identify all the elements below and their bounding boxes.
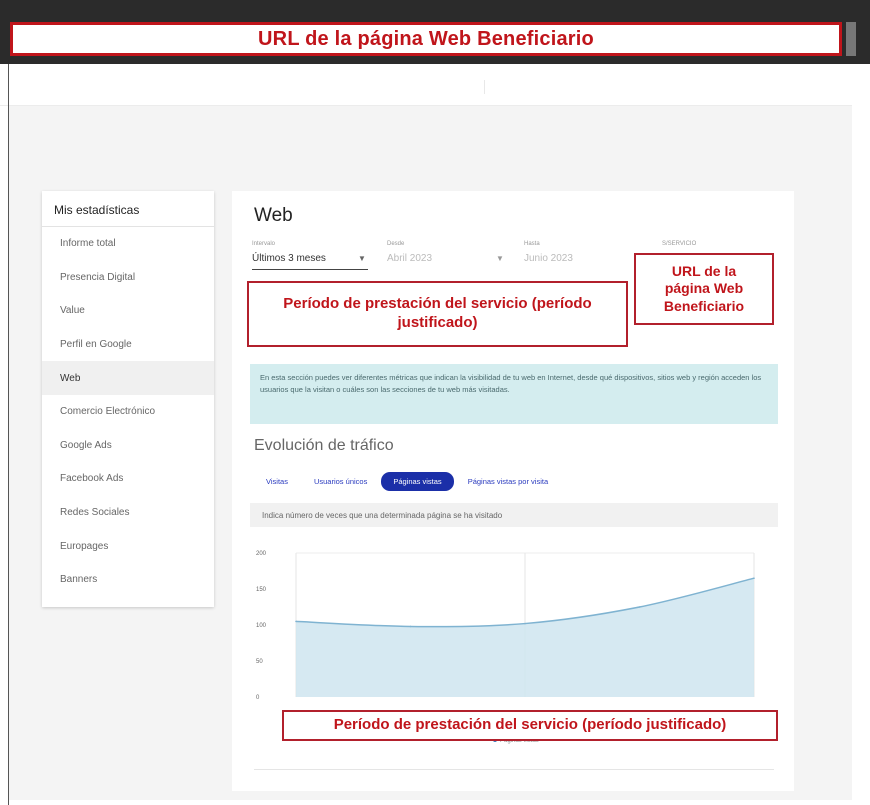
chevron-down-icon[interactable]: ▼ <box>358 254 366 263</box>
header-divider <box>484 80 485 94</box>
sidebar-list: Informe total Presencia Digital Value Perfi… <box>42 227 214 597</box>
data-point <box>638 606 641 608</box>
sidebar-item[interactable]: Google Ads <box>42 429 214 463</box>
data-point <box>524 622 526 625</box>
metric-tabs: Visitas Usuarios únicos Páginas vistas Pági… <box>254 472 562 491</box>
sidebar-item[interactable]: Banners <box>42 563 214 597</box>
service-label: S/SERVICIO <box>662 241 697 247</box>
main-panel: Web Intervalo Últimos 3 meses ▼ Desde Ab… <box>232 191 794 791</box>
to-select[interactable]: Junio 2023 <box>524 253 573 264</box>
sidebar-item[interactable]: Informe total <box>42 227 214 261</box>
sidebar-item[interactable]: Value <box>42 294 214 328</box>
metric-hint: Indica número de veces que una determina… <box>250 503 778 527</box>
y-tick-label: 200 <box>256 551 267 557</box>
info-banner: En esta sección puedes ver diferentes mé… <box>250 364 778 424</box>
browser-control <box>846 22 856 56</box>
data-point <box>753 577 755 579</box>
y-tick-label: 50 <box>256 659 263 665</box>
sidebar-item[interactable]: Europages <box>42 529 214 563</box>
interval-select[interactable]: Últimos 3 meses <box>252 253 326 264</box>
period-annotation-bottom: Período de prestación del servicio (perí… <box>282 710 778 741</box>
from-select[interactable]: Abril 2023 <box>387 253 432 264</box>
interval-label: Intervalo <box>252 241 276 247</box>
stats-sidebar: Mis estadísticas Informe total Presencia … <box>42 191 214 607</box>
sidebar-item[interactable]: Comercio Electrónico <box>42 395 214 429</box>
sidebar-title: Mis estadísticas <box>42 191 214 227</box>
page-title: Web <box>254 205 293 226</box>
to-label: Hasta <box>524 241 540 247</box>
sidebar-item[interactable]: Facebook Ads <box>42 462 214 496</box>
chevron-down-icon[interactable]: ▼ <box>496 254 504 263</box>
from-label: Desde <box>387 241 405 247</box>
y-tick-label: 0 <box>256 695 260 701</box>
sidebar-item[interactable]: Presencia Digital <box>42 261 214 295</box>
tab-metric[interactable]: Usuarios únicos <box>302 472 379 491</box>
tab-metric[interactable]: Visitas <box>254 472 300 491</box>
browser-bar: URL de la página Web Beneficiario <box>0 0 870 64</box>
sidebar-item[interactable]: Perfil en Google <box>42 328 214 362</box>
data-point <box>295 620 297 623</box>
tab-metric[interactable]: Páginas vistas por visita <box>456 472 560 491</box>
url-annotation-banner: URL de la página Web Beneficiario <box>10 22 842 56</box>
data-point <box>409 625 412 628</box>
period-annotation-top: Período de prestación del servicio (perí… <box>247 281 628 347</box>
app-header <box>0 64 852 106</box>
sidebar-item[interactable]: Web <box>42 361 214 395</box>
sidebar-item[interactable]: Redes Sociales <box>42 496 214 530</box>
y-tick-label: 100 <box>256 623 267 629</box>
tab-active[interactable]: Páginas vistas <box>381 472 454 491</box>
url-annotation-text: URL de la página Web Beneficiario <box>258 27 594 50</box>
footer-divider <box>254 769 774 770</box>
section-title: Evolución de tráfico <box>254 437 394 454</box>
frame-border <box>8 64 9 805</box>
y-tick-label: 150 <box>256 587 267 593</box>
interval-underline <box>252 269 368 270</box>
url-annotation-right: URL de la página Web Beneficiario <box>634 253 774 325</box>
